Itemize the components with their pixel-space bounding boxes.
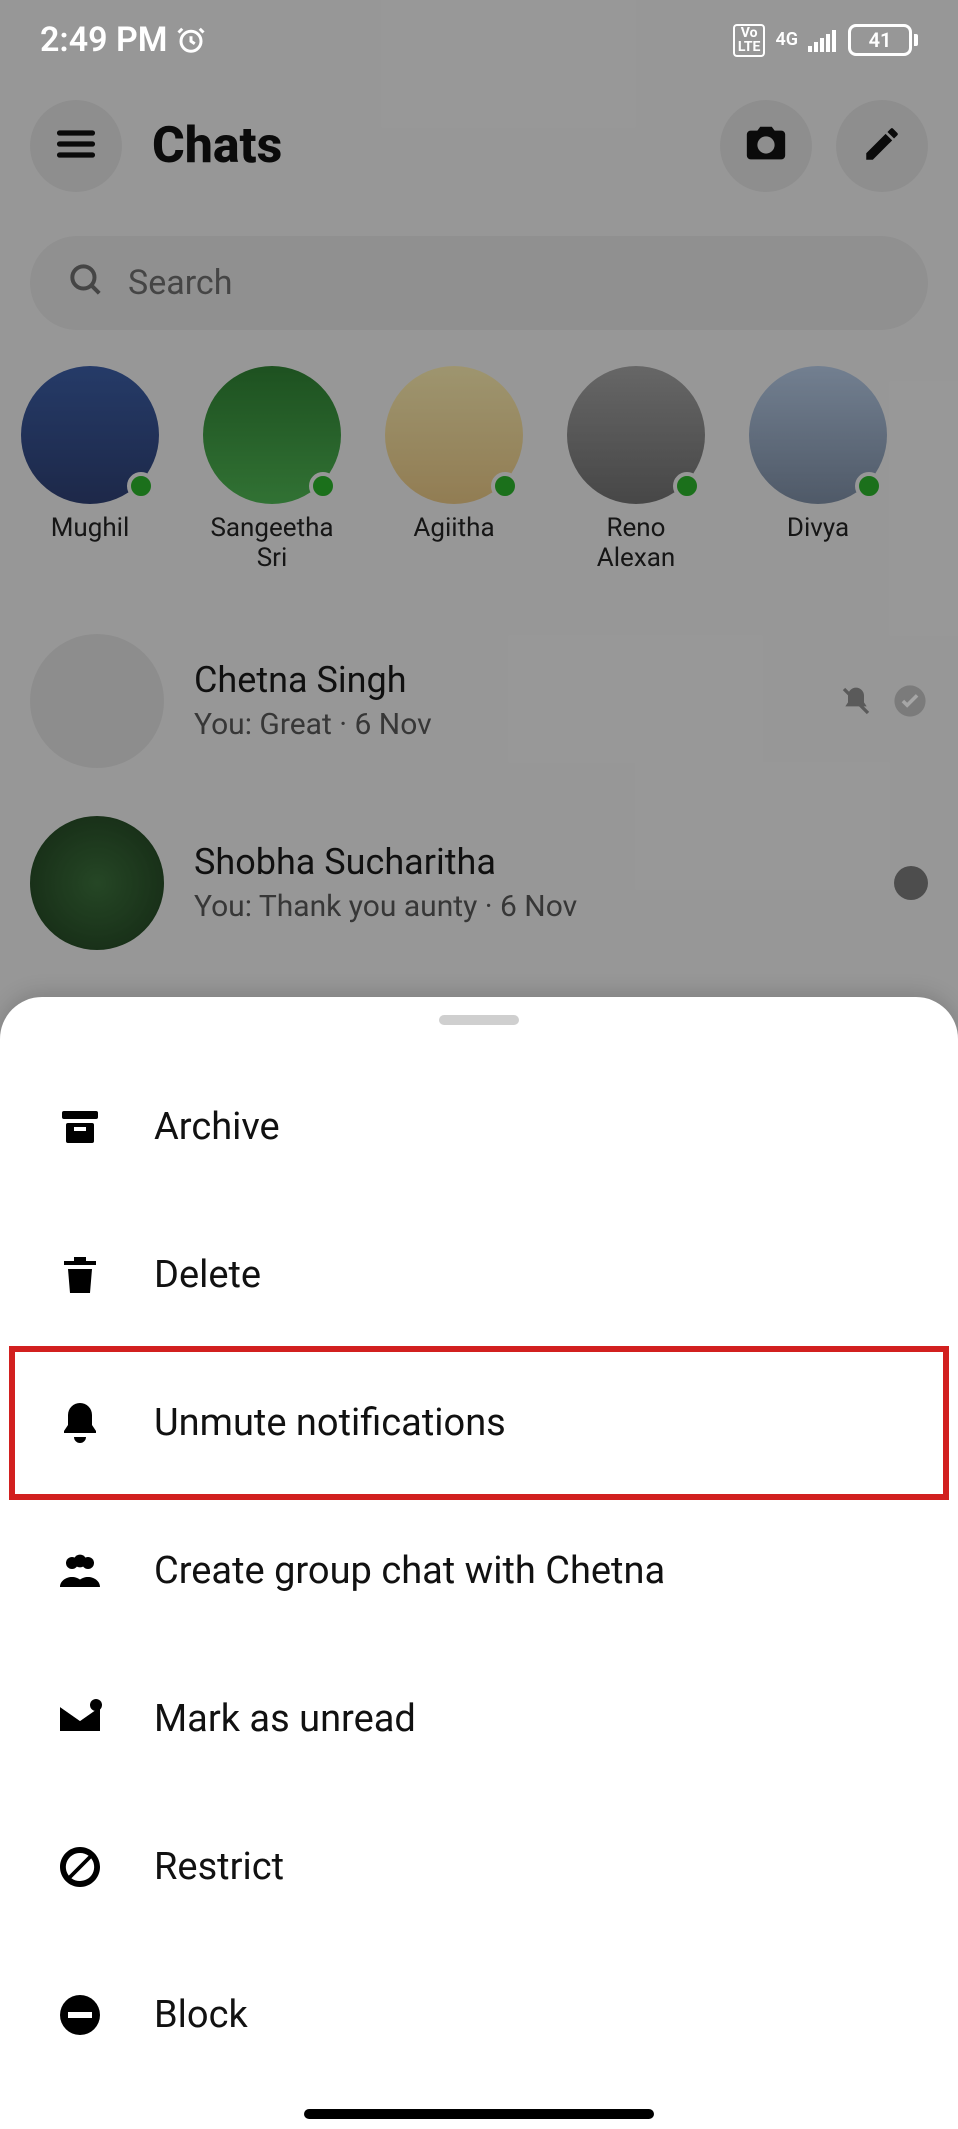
search-placeholder: Search bbox=[128, 263, 232, 303]
envelope-icon bbox=[52, 1691, 108, 1747]
stories-row: Mughil Sangeetha Sri Agiitha Reno Alexan… bbox=[0, 330, 958, 574]
chat-preview: You: Thank you aunty · 6 Nov bbox=[194, 889, 864, 924]
chat-row[interactable]: Shobha Sucharitha You: Thank you aunty ·… bbox=[30, 792, 928, 974]
menu-label: Delete bbox=[154, 1253, 261, 1297]
chat-preview: You: Great · 6 Nov bbox=[194, 707, 808, 742]
menu-label: Restrict bbox=[154, 1845, 284, 1889]
menu-archive[interactable]: Archive bbox=[0, 1053, 958, 1201]
chat-row[interactable]: Chetna Singh You: Great · 6 Nov bbox=[30, 610, 928, 792]
menu-button[interactable] bbox=[30, 100, 122, 192]
menu-label: Block bbox=[154, 1993, 248, 2037]
status-time: 2:49 PM bbox=[40, 20, 168, 60]
network-badge: 4G bbox=[775, 33, 798, 47]
menu-icon bbox=[54, 122, 98, 170]
story-name: Divya bbox=[787, 514, 849, 544]
chat-avatar bbox=[30, 816, 164, 950]
context-menu-sheet: Archive Delete Unmute notifications Crea… bbox=[0, 997, 958, 2129]
chat-name: Chetna Singh bbox=[194, 659, 808, 701]
online-dot bbox=[309, 472, 337, 500]
story-item[interactable]: Reno Alexan bbox=[566, 366, 706, 574]
menu-create-group[interactable]: Create group chat with Chetna bbox=[0, 1497, 958, 1645]
menu-label: Unmute notifications bbox=[154, 1401, 506, 1445]
search-icon bbox=[66, 260, 104, 307]
story-item[interactable]: Agiitha bbox=[384, 366, 524, 574]
story-avatar bbox=[567, 366, 705, 504]
signal-icon bbox=[808, 28, 838, 52]
menu-label: Archive bbox=[154, 1105, 280, 1149]
battery-indicator: 41 bbox=[848, 24, 918, 56]
menu-block[interactable]: Block bbox=[0, 1941, 958, 2089]
delivered-icon bbox=[892, 683, 928, 719]
story-avatar bbox=[749, 366, 887, 504]
camera-icon bbox=[743, 121, 789, 171]
menu-mark-unread[interactable]: Mark as unread bbox=[0, 1645, 958, 1793]
home-indicator[interactable] bbox=[304, 2109, 654, 2119]
camera-button[interactable] bbox=[720, 100, 812, 192]
story-name: Sangeetha Sri bbox=[202, 514, 342, 574]
muted-icon bbox=[838, 683, 874, 719]
story-item[interactable]: Mughil bbox=[20, 366, 160, 574]
chat-avatar bbox=[30, 634, 164, 768]
search-input[interactable]: Search bbox=[30, 236, 928, 330]
chat-name: Shobha Sucharitha bbox=[194, 841, 864, 883]
story-name: Mughil bbox=[51, 514, 130, 544]
menu-label: Mark as unread bbox=[154, 1697, 416, 1741]
menu-unmute-notifications[interactable]: Unmute notifications bbox=[12, 1349, 946, 1497]
story-name: Reno Alexan bbox=[566, 514, 706, 574]
story-avatar bbox=[385, 366, 523, 504]
bell-icon bbox=[52, 1395, 108, 1451]
story-item[interactable]: Divya bbox=[748, 366, 888, 574]
page-title: Chats bbox=[152, 117, 690, 175]
trash-icon bbox=[52, 1247, 108, 1303]
menu-label: Create group chat with Chetna bbox=[154, 1549, 665, 1593]
sheet-handle[interactable] bbox=[439, 1015, 519, 1025]
block-icon bbox=[52, 1987, 108, 2043]
compose-button[interactable] bbox=[836, 100, 928, 192]
restrict-icon bbox=[52, 1839, 108, 1895]
story-item[interactable]: Sangeetha Sri bbox=[202, 366, 342, 574]
volte-badge: Vo LTE bbox=[733, 24, 766, 57]
story-avatar bbox=[203, 366, 341, 504]
group-icon bbox=[52, 1543, 108, 1599]
archive-icon bbox=[52, 1099, 108, 1155]
online-dot bbox=[855, 472, 883, 500]
compose-icon bbox=[861, 123, 903, 169]
online-dot bbox=[127, 472, 155, 500]
story-avatar bbox=[21, 366, 159, 504]
menu-delete[interactable]: Delete bbox=[0, 1201, 958, 1349]
story-name: Agiitha bbox=[413, 514, 494, 544]
alarm-icon bbox=[176, 25, 206, 55]
menu-restrict[interactable]: Restrict bbox=[0, 1793, 958, 1941]
status-bar: 2:49 PM Vo LTE 4G 41 bbox=[0, 0, 958, 80]
seen-avatar bbox=[894, 866, 928, 900]
online-dot bbox=[491, 472, 519, 500]
online-dot bbox=[673, 472, 701, 500]
battery-level: 41 bbox=[869, 28, 892, 52]
